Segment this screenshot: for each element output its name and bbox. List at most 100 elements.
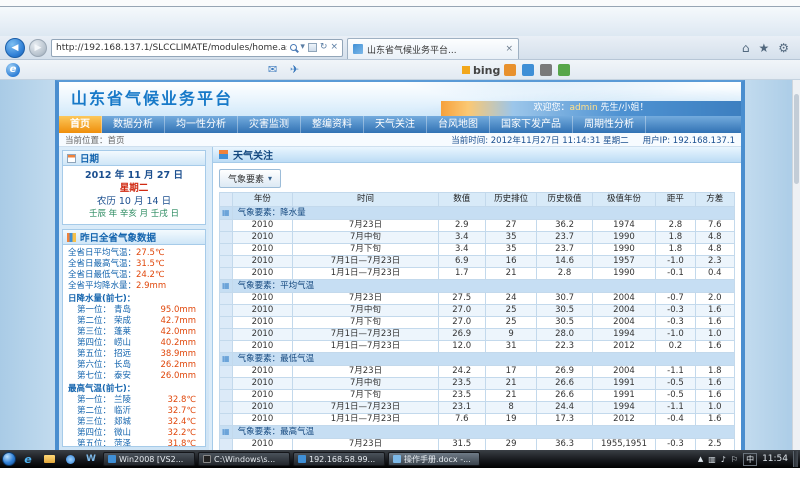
- date-panel: 日期 2012 年 11 月 27 日 星期二 农历 10 月 14 日 壬辰 …: [62, 150, 206, 225]
- notification-icon[interactable]: ⚐: [731, 455, 738, 464]
- search-caret-icon[interactable]: ▾: [300, 43, 305, 52]
- nav-item-1[interactable]: 数据分析: [102, 116, 165, 133]
- table-cell: -0.3: [656, 305, 695, 317]
- table-cell: 36.3: [537, 439, 592, 451]
- table-cell: 1.8: [656, 232, 695, 244]
- tools-gear-icon[interactable]: ⚙: [778, 41, 789, 55]
- scrollbar-thumb[interactable]: [794, 94, 799, 184]
- rank-label: 第三位：: [77, 327, 111, 338]
- send-plane-icon[interactable]: ✈: [290, 63, 299, 76]
- table-cell: 1.6: [695, 390, 734, 402]
- tray-expand-icon[interactable]: ▲: [698, 455, 703, 463]
- toolbar-icon-gray[interactable]: [540, 64, 552, 76]
- table-group-row[interactable]: ▦气象要素：平均气温: [220, 280, 735, 293]
- element-filter-button[interactable]: 气象要素 ▾: [219, 169, 281, 188]
- calendar-icon: [67, 154, 76, 163]
- table-cell: 23.7: [537, 232, 592, 244]
- table-row: 20107月下旬23.52126.61991-0.51.6: [220, 390, 735, 402]
- table-row: 20107月1日—7月23日6.91614.61957-1.02.3: [220, 256, 735, 268]
- nav-item-3[interactable]: 灾害监测: [238, 116, 301, 133]
- group-expand-icon[interactable]: ▦: [222, 281, 230, 290]
- media-player-taskbar-icon[interactable]: [61, 452, 79, 466]
- refresh-icon[interactable]: ↻: [320, 43, 328, 52]
- taskbar-window-button[interactable]: C:\Windows\s...: [198, 452, 290, 466]
- home-icon[interactable]: ⌂: [742, 41, 750, 55]
- table-cell: 1991: [592, 390, 656, 402]
- rank-value: 40.2mm: [161, 338, 201, 349]
- rank-value: 38.9mm: [161, 349, 201, 360]
- mail-icon[interactable]: ✉: [268, 63, 277, 76]
- date-lunar: 农历 10 月 14 日: [65, 195, 203, 208]
- nav-item-0[interactable]: 首页: [59, 116, 102, 133]
- rank-value: 26.2mm: [161, 360, 201, 371]
- scrollbar[interactable]: [792, 80, 800, 450]
- back-button[interactable]: ◀: [5, 38, 25, 58]
- url-text[interactable]: http://192.168.137.1/SLCCLIMATE/modules/…: [56, 43, 287, 53]
- group-expand-icon[interactable]: ▦: [222, 354, 230, 363]
- toolbar-icon-green[interactable]: [558, 64, 570, 76]
- table-cell: -0.5: [656, 390, 695, 402]
- screen: ◀ ▶ http://192.168.137.1/SLCCLIMATE/modu…: [0, 0, 800, 500]
- rank-item: 第一位：青岛95.0mm: [68, 305, 200, 316]
- browser-logo-icon[interactable]: e: [6, 63, 20, 77]
- table-cell: 31.5: [438, 439, 485, 451]
- rank-item: 第二位：荣成42.7mm: [68, 316, 200, 327]
- nav-item-8[interactable]: 周期性分析: [573, 116, 646, 133]
- rank-label: 第三位：: [77, 417, 111, 428]
- date-panel-body: 2012 年 11 月 27 日 星期二 农历 10 月 14 日 壬辰 年 辛…: [63, 166, 205, 224]
- forward-button[interactable]: ▶: [29, 39, 47, 57]
- stop-icon[interactable]: ×: [330, 43, 338, 52]
- toolbar-icon-orange[interactable]: [504, 64, 516, 76]
- search-icon[interactable]: [290, 44, 297, 51]
- taskbar-window-button[interactable]: 操作手册.docx -...: [388, 452, 480, 466]
- taskbar: e W Win2008 [VS2... C:\Windows\s... 192.16…: [0, 450, 800, 468]
- ie-taskbar-icon[interactable]: e: [19, 452, 37, 466]
- rank-value: 32.2℃: [168, 428, 200, 439]
- back-icon: ◀: [12, 43, 19, 53]
- tab-favicon: [353, 44, 363, 54]
- system-tray: ▲ ▥ ♪ ⚐ 中 11:54: [698, 453, 790, 466]
- nav-item-2[interactable]: 均一性分析: [165, 116, 238, 133]
- address-bar[interactable]: http://192.168.137.1/SLCCLIMATE/modules/…: [51, 39, 343, 57]
- window-button-label: C:\Windows\s...: [214, 455, 275, 464]
- group-expand-icon[interactable]: ▦: [222, 208, 230, 217]
- table-cell: 22.3: [537, 341, 592, 353]
- bing-logo[interactable]: bing: [462, 64, 500, 77]
- table-cell: 3.4: [438, 232, 485, 244]
- input-language-indicator[interactable]: 中: [743, 453, 757, 466]
- word-taskbar-icon[interactable]: W: [82, 452, 100, 466]
- row-icon-cell: [220, 232, 233, 244]
- network-icon[interactable]: ▥: [708, 455, 716, 464]
- show-desktop-button[interactable]: [793, 451, 798, 467]
- table-row: 20101月1日—7月23日7.61917.32012-0.41.6: [220, 414, 735, 426]
- panel-icon: [219, 150, 228, 159]
- nav-item-7[interactable]: 国家下发产品: [490, 116, 573, 133]
- summary-value: 2.9mm: [136, 281, 166, 292]
- taskbar-window-button[interactable]: Win2008 [VS2...: [103, 452, 195, 466]
- favorites-icon[interactable]: ★: [758, 41, 769, 55]
- rank-section-title: 最高气温(前七)：: [68, 384, 200, 395]
- table-cell: 7月23日: [293, 439, 438, 451]
- table-cell: 26.6: [537, 378, 592, 390]
- nav-item-6[interactable]: 台风地图: [427, 116, 490, 133]
- table-cell: 2012: [592, 341, 656, 353]
- explorer-taskbar-icon[interactable]: [40, 452, 58, 466]
- station-name: 荣成: [114, 316, 131, 327]
- summary-label: 全省平均降水量：: [68, 281, 136, 292]
- browser-tab[interactable]: 山东省气候业务平台... ×: [347, 38, 519, 59]
- table-cell: 1.8: [695, 366, 734, 378]
- nav-item-4[interactable]: 整编资料: [301, 116, 364, 133]
- table-group-row[interactable]: ▦气象要素：降水量: [220, 207, 735, 220]
- volume-icon[interactable]: ♪: [721, 455, 726, 464]
- toolbar-icon-blue[interactable]: [522, 64, 534, 76]
- start-button[interactable]: [2, 452, 16, 466]
- rank-item: 第五位：菏泽31.8℃: [68, 439, 200, 447]
- taskbar-window-button[interactable]: 192.168.58.99...: [293, 452, 385, 466]
- table-group-row[interactable]: ▦气象要素：最高气温: [220, 426, 735, 439]
- group-expand-icon[interactable]: ▦: [222, 427, 230, 436]
- table-group-row[interactable]: ▦气象要素：最低气温: [220, 353, 735, 366]
- tab-close-icon[interactable]: ×: [505, 44, 513, 54]
- breadcrumb: 当前位置：首页: [65, 134, 125, 146]
- nav-item-5[interactable]: 天气关注: [364, 116, 427, 133]
- compatibility-view-icon[interactable]: [308, 43, 317, 52]
